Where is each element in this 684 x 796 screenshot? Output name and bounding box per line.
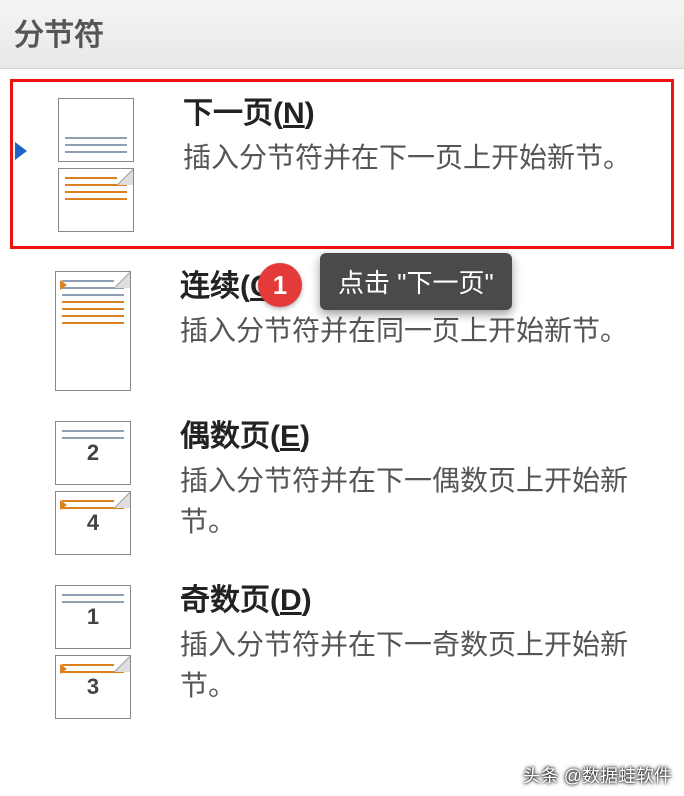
annotation-tooltip: 点击 "下一页" [320, 253, 512, 310]
annotation-badge: 1 [258, 263, 302, 307]
watermark: 头条 @数据蛙软件 [523, 762, 672, 788]
page-continuous-icon [55, 271, 131, 391]
page-number: 2 [56, 442, 130, 464]
section-header: 分节符 [0, 0, 684, 69]
option-title: 下一页(N) [183, 96, 653, 132]
section-break-list: 下一页(N) 插入分节符并在下一页上开始新节。 连续(O) 插入分节符并在同一页… [0, 69, 684, 733]
option-desc: 插入分节符并在下一偶数页上开始新节。 [180, 461, 656, 542]
option-next-page[interactable]: 下一页(N) 插入分节符并在下一页上开始新节。 [10, 79, 674, 249]
page-even-top-icon: 2 [55, 421, 131, 485]
page-odd-top-icon: 1 [55, 585, 131, 649]
option-odd-page[interactable]: 1 3 奇数页(D) 插入分节符并在下一奇数页上开始新节。 [0, 569, 684, 733]
option-title: 奇数页(D) [180, 583, 656, 619]
option-desc: 插入分节符并在下一奇数页上开始新节。 [180, 625, 656, 706]
option-icon [21, 96, 171, 232]
option-desc: 插入分节符并在同一页上开始新节。 [180, 311, 656, 352]
option-even-page[interactable]: 2 4 偶数页(E) 插入分节符并在下一偶数页上开始新节。 [0, 405, 684, 569]
section-title: 分节符 [14, 10, 670, 54]
option-desc: 插入分节符并在下一页上开始新节。 [183, 138, 653, 179]
option-icon: 2 4 [18, 419, 168, 555]
page-number: 4 [56, 512, 130, 534]
option-icon [18, 269, 168, 391]
page-before-icon [58, 98, 134, 162]
page-number: 3 [56, 676, 130, 698]
selection-caret-icon [15, 142, 27, 160]
page-odd-bottom-icon: 3 [55, 655, 131, 719]
page-number: 1 [56, 606, 130, 628]
page-after-icon [58, 168, 134, 232]
option-icon: 1 3 [18, 583, 168, 719]
option-continuous[interactable]: 连续(O) 插入分节符并在同一页上开始新节。 1 点击 "下一页" [0, 255, 684, 405]
page-even-bottom-icon: 4 [55, 491, 131, 555]
option-title: 偶数页(E) [180, 419, 656, 455]
